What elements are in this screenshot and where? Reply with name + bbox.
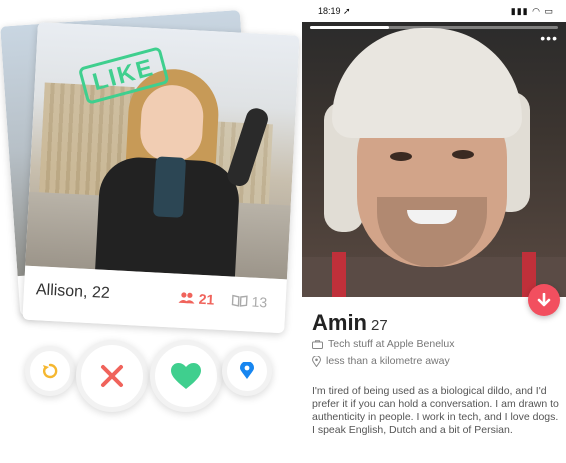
shared-interests[interactable]: 13 [231, 293, 268, 311]
status-bar: 18:19 ➚ ▮▮▮ ◠ ▭ [302, 0, 566, 22]
photo-eye-left [390, 152, 412, 161]
profile-bio: I'm tired of being used as a biological … [312, 385, 559, 436]
photo-strap-left [332, 252, 346, 297]
photo-scarf [152, 156, 187, 218]
profile-detail-panel: 18:19 ➚ ▮▮▮ ◠ ▭ ••• Amin 27 Tech stuff at… [302, 0, 566, 463]
shared-friends[interactable]: 21 [178, 290, 215, 308]
close-profile-button[interactable] [528, 284, 560, 316]
friends-count: 21 [198, 290, 215, 308]
location-pin-icon [312, 355, 321, 367]
x-icon [101, 365, 123, 387]
profile-age: 27 [371, 317, 388, 334]
profile-job-text: Tech stuff at Apple Benelux [328, 338, 455, 350]
profile-job: Tech stuff at Apple Benelux [312, 338, 454, 350]
status-time: 18:19 ➚ [318, 6, 351, 16]
location-pin-icon [240, 362, 254, 379]
photo-progress-bar [310, 26, 558, 29]
front-card-name: Allison, 22 [35, 281, 111, 303]
interests-count: 13 [251, 293, 268, 311]
profile-name-text: Amin [312, 310, 367, 335]
swipe-stack-panel: Jo LIKE Allison, 22 21 [0, 0, 300, 463]
front-profile-card[interactable]: LIKE Allison, 22 21 13 [22, 22, 300, 334]
nope-button[interactable] [76, 340, 148, 412]
boost-button[interactable] [222, 346, 272, 396]
photo-eye-right [452, 150, 474, 159]
heart-icon [171, 362, 201, 389]
rewind-icon [42, 363, 58, 379]
photo-face [138, 83, 205, 163]
friends-icon [178, 292, 195, 304]
photo-progress-fill [310, 26, 390, 29]
book-icon [231, 294, 248, 307]
briefcase-icon [312, 339, 323, 349]
profile-name: Amin 27 [312, 310, 388, 336]
front-card-photo: LIKE [25, 22, 300, 280]
profile-photo[interactable] [302, 22, 566, 297]
undo-button[interactable] [25, 346, 75, 396]
status-indicators: ▮▮▮ ◠ ▭ [510, 6, 554, 16]
profile-distance: less than a kilometre away [312, 355, 450, 367]
like-button[interactable] [150, 340, 222, 412]
profile-distance-text: less than a kilometre away [326, 355, 450, 367]
arrow-down-icon [537, 293, 551, 307]
photo-mouth [407, 210, 457, 224]
photo-hat [332, 28, 522, 138]
more-options-icon[interactable]: ••• [540, 30, 558, 46]
